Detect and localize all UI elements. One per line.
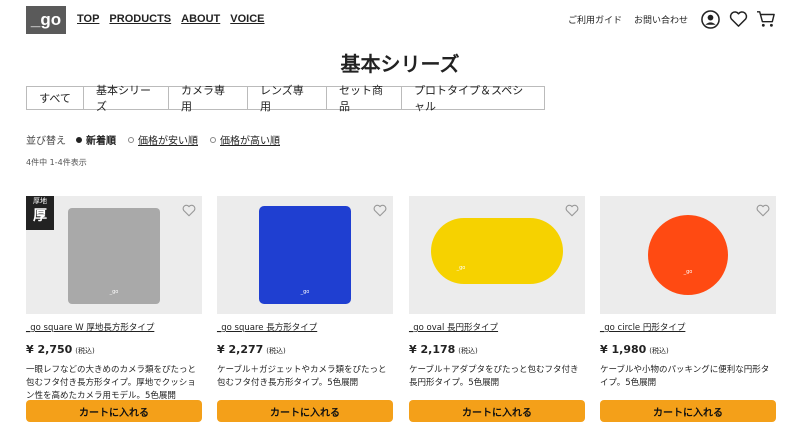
product-description: ケーブル＋ガジェットやカメラ類をぴたっと包むフタ付き長方形タイプ。5色展開 xyxy=(217,365,387,388)
add-to-cart-button[interactable]: カートに入れる xyxy=(217,400,393,422)
product-card: _go 厚地 厚 _go square W 厚地長方形タイプ ¥ 2,750 (税… xyxy=(26,196,202,422)
product-image[interactable]: _go xyxy=(409,196,585,314)
heart-icon[interactable] xyxy=(756,202,770,217)
main-nav: TOP PRODUCTS ABOUT VOICE xyxy=(77,13,275,25)
nav-top[interactable]: TOP xyxy=(77,13,99,25)
product-name[interactable]: _go circle 円形タイプ xyxy=(600,321,776,333)
radio-selected-icon xyxy=(76,136,82,143)
sort-bar: 並び替え 新着順 価格が安い順 価格が高い順 xyxy=(26,132,292,147)
product-card: _go _go circle 円形タイプ ¥ 1,980 (税込) ケーブルや小物… xyxy=(600,196,776,422)
add-to-cart-button[interactable]: カートに入れる xyxy=(26,400,202,422)
svg-text:_go: _go xyxy=(300,289,310,295)
tax-label: (税込) xyxy=(266,347,286,355)
product-shape: _go xyxy=(648,215,728,295)
sort-price-high[interactable]: 価格が高い順 xyxy=(210,132,280,147)
svg-text:_go: _go xyxy=(683,269,693,275)
product-name[interactable]: _go oval 長円形タイプ xyxy=(409,321,585,333)
price-value: ¥ 1,980 xyxy=(600,343,647,356)
sort-label: 並び替え xyxy=(26,136,66,147)
tab-prototype-special[interactable]: プロトタイプ＆スペシャル xyxy=(401,84,545,113)
account-icon[interactable] xyxy=(700,9,720,29)
heart-icon[interactable] xyxy=(182,202,196,217)
sort-option-label: 価格が安い順 xyxy=(138,136,198,147)
category-tabs: すべて 基本シリーズ カメラ専用 レンズ専用 セット商品 プロトタイプ＆スペシャ… xyxy=(26,84,545,113)
product-description: ケーブル＋アダプタをぴたっと包むフタ付き長円形タイプ。5色展開 xyxy=(409,365,579,388)
thick-badge: 厚地 厚 xyxy=(26,196,54,230)
heart-icon[interactable] xyxy=(373,202,387,217)
favorite-heart-icon[interactable] xyxy=(728,9,748,29)
badge-top-label: 厚地 xyxy=(33,197,47,205)
price-value: ¥ 2,178 xyxy=(409,343,456,356)
price-value: ¥ 2,277 xyxy=(217,343,264,356)
product-description: 一眼レフなどの大きめのカメラ類をぴたっと包むフタ付き長方形タイプ。厚地でクッショ… xyxy=(26,365,197,401)
heart-icon[interactable] xyxy=(565,202,579,217)
nav-products[interactable]: PRODUCTS xyxy=(109,13,171,25)
product-description: ケーブルや小物のパッキングに便利な円形タイプ。5色展開 xyxy=(600,365,770,388)
add-to-cart-button[interactable]: カートに入れる xyxy=(409,400,585,422)
nav-voice[interactable]: VOICE xyxy=(230,13,264,25)
tax-label: (税込) xyxy=(649,347,669,355)
product-price: ¥ 2,178 (税込) xyxy=(409,343,585,356)
contact-link[interactable]: お問い合わせ xyxy=(634,13,688,26)
tax-label: (税込) xyxy=(75,347,95,355)
cart-icon[interactable] xyxy=(756,9,776,29)
product-card: _go _go oval 長円形タイプ ¥ 2,178 (税込) ケーブル＋アダプ… xyxy=(409,196,585,422)
product-name[interactable]: _go square 長方形タイプ xyxy=(217,321,393,333)
product-name[interactable]: _go square W 厚地長方形タイプ xyxy=(26,321,202,333)
tab-all[interactable]: すべて xyxy=(26,86,84,110)
guide-link[interactable]: ご利用ガイド xyxy=(568,13,622,26)
product-price: ¥ 2,750 (税込) xyxy=(26,343,202,356)
product-price: ¥ 1,980 (税込) xyxy=(600,343,776,356)
page-title: 基本シリーズ xyxy=(340,52,460,76)
tab-set[interactable]: セット商品 xyxy=(326,84,402,113)
product-card: _go _go square 長方形タイプ ¥ 2,277 (税込) ケーブル＋ガ… xyxy=(217,196,393,422)
product-image[interactable]: _go xyxy=(217,196,393,314)
nav-about[interactable]: ABOUT xyxy=(181,13,220,25)
site-logo[interactable]: _go xyxy=(26,6,66,34)
site-header: _go TOP PRODUCTS ABOUT VOICE ご利用ガイド お問い合… xyxy=(0,0,800,40)
price-value: ¥ 2,750 xyxy=(26,343,73,356)
sort-price-low[interactable]: 価格が安い順 xyxy=(128,132,198,147)
radio-icon xyxy=(128,136,134,143)
sort-newest[interactable]: 新着順 xyxy=(76,132,116,147)
badge-main-label: 厚 xyxy=(33,208,47,224)
sort-option-label: 新着順 xyxy=(86,136,116,147)
add-to-cart-button[interactable]: カートに入れる xyxy=(600,400,776,422)
svg-text:_go: _go xyxy=(456,265,466,271)
radio-icon xyxy=(210,136,216,143)
tab-basic-series[interactable]: 基本シリーズ xyxy=(83,84,169,113)
tax-label: (税込) xyxy=(458,347,478,355)
product-shape: _go xyxy=(431,218,563,284)
tab-lens[interactable]: レンズ専用 xyxy=(247,84,327,113)
tab-camera[interactable]: カメラ専用 xyxy=(168,84,248,113)
product-image[interactable]: _go 厚地 厚 xyxy=(26,196,202,314)
result-count: 4件中 1-4件表示 xyxy=(26,158,87,167)
product-shape: _go xyxy=(259,206,351,304)
sort-option-label: 価格が高い順 xyxy=(220,136,280,147)
header-utility: ご利用ガイド お問い合わせ xyxy=(568,9,776,29)
svg-text:_go: _go xyxy=(109,289,119,295)
product-image[interactable]: _go xyxy=(600,196,776,314)
product-price: ¥ 2,277 (税込) xyxy=(217,343,393,356)
